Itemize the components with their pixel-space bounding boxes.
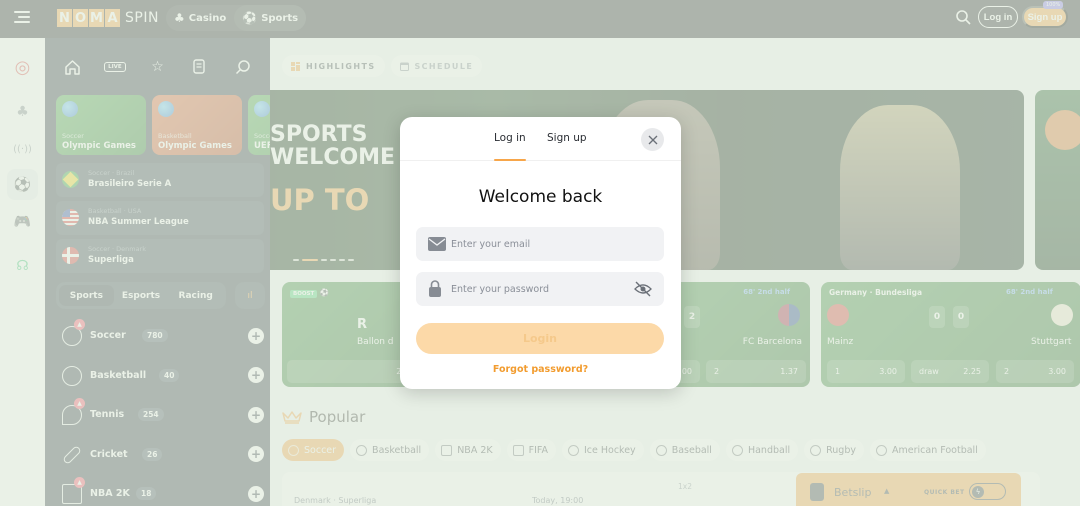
modal-tabs: Log in Sign up [400, 117, 681, 161]
login-modal: Log in Sign up Welcome back Login Forgot… [400, 117, 681, 389]
close-icon [648, 135, 657, 144]
submit-login-button[interactable]: Login [416, 323, 664, 354]
eye-off-icon[interactable] [634, 281, 652, 297]
password-input[interactable] [451, 272, 631, 306]
password-field [416, 272, 664, 306]
close-button[interactable] [641, 128, 664, 151]
tab-signup[interactable]: Sign up [547, 132, 587, 144]
modal-title: Welcome back [478, 187, 603, 207]
lock-icon [429, 280, 441, 297]
tab-login[interactable]: Log in [494, 132, 526, 161]
forgot-password-link[interactable]: Forgot password? [400, 364, 681, 375]
envelope-icon [428, 237, 446, 251]
email-field [416, 227, 664, 261]
email-input[interactable] [451, 227, 631, 261]
